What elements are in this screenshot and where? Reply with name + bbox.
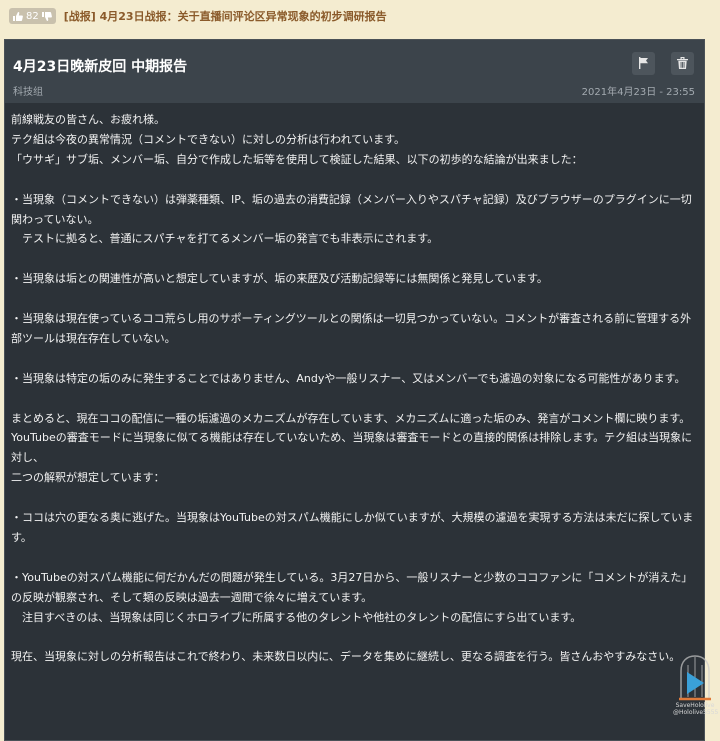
post-timestamp: 2021年4月23日 - 23:55 [581, 87, 695, 98]
post-paragraph: 前線戦友の皆さん、お疲れ様。 [11, 113, 165, 126]
post-paragraph: ・当現象は垢との関連性が高いと想定していますが、垢の来歴及び活動記録等には無関係… [11, 272, 548, 286]
post-paragraph: 注目すべきのは、当現象は同じくホロライブに所属する他のタレントや他社のタレントの… [11, 610, 582, 624]
vote-count: 82 [26, 10, 39, 22]
post-author[interactable]: 科技组 [13, 83, 43, 98]
thread-topbar: 82 [战报] 4月23日战报：关于直播间评论区异常现象的初步调研报告 [0, 0, 720, 32]
post-header: 4月23日晚新皮回 中期报告 科技组 2021年4月23日 - 23:55 [5, 40, 704, 103]
post-paragraph: ・当現象は現在使っているココ荒らし用のサポーティングツールとの関係は一切見つかっ… [11, 312, 692, 345]
post-body: 前線戦友の皆さん、お疲れ様。テク組は今夜の異常情況（コメントできない）に対しの分… [11, 110, 695, 667]
thread-title[interactable]: [战报] 4月23日战报：关于直播间评论区异常现象的初步调研报告 [64, 8, 387, 24]
post-paragraph: まとめると、現在ココの配信に一種の垢濾過のメカニズムが存在しています、メカニズム… [11, 411, 691, 425]
post-paragraph: ・当現象（コメントできない）は弾薬種類、IP、垢の過去の消費記録（メンバー入りや… [11, 192, 692, 226]
post-paragraph: 二つの解釈が想定しています： [11, 471, 165, 485]
post-paragraph: ・当現象は特定の垢のみに発生することではありません、Andyや一般リスナー、又は… [11, 371, 686, 385]
watermark-text: SaveHololive @Hololive5555 [673, 702, 719, 716]
trash-icon [677, 54, 688, 73]
post-paragraph: 現在、当現象に対しの分析報告はこれで終わり、未来数日以内に、データを集めに継続し… [11, 650, 681, 664]
thumbs-up-icon [13, 11, 23, 21]
post-paragraph: ・YouTubeの対スパム機能に何だかんだの問題が発生している。3月27日から、… [11, 570, 693, 604]
flag-icon [638, 54, 649, 73]
post-paragraph: ・ココは穴の更なる奥に逃げた。当現象はYouTubeの対スパム機能にしか似ていま… [11, 511, 694, 544]
post-paragraph: YouTubeの審査モードに当現象に似てる機能は存在していないため、当現象は審査… [11, 431, 693, 465]
post-card: 4月23日晚新皮回 中期报告 科技组 2021年4月23日 - 23:55 前線… [4, 39, 705, 741]
thumbs-down-icon [41, 11, 52, 21]
post-title: 4月23日晚新皮回 中期报告 [13, 59, 188, 75]
post-paragraph: テク組は今夜の異常情況（コメントできない）に対しの分析は行われています。 [11, 132, 406, 146]
watermark: SaveHololive @Hololive5555 [673, 653, 719, 733]
post-paragraph: 「ウサギ」サブ垢、メンバー垢、自分で作成した垢等を使用して検証した結果、以下の初… [11, 152, 583, 166]
vote-badge[interactable]: 82 [9, 8, 56, 24]
post-paragraph: テストに拠ると、普通にスパチャを打てるメンバー垢の発言でも非表示にされます。 [11, 232, 439, 246]
delete-button[interactable] [671, 52, 694, 75]
flag-button[interactable] [632, 52, 655, 75]
